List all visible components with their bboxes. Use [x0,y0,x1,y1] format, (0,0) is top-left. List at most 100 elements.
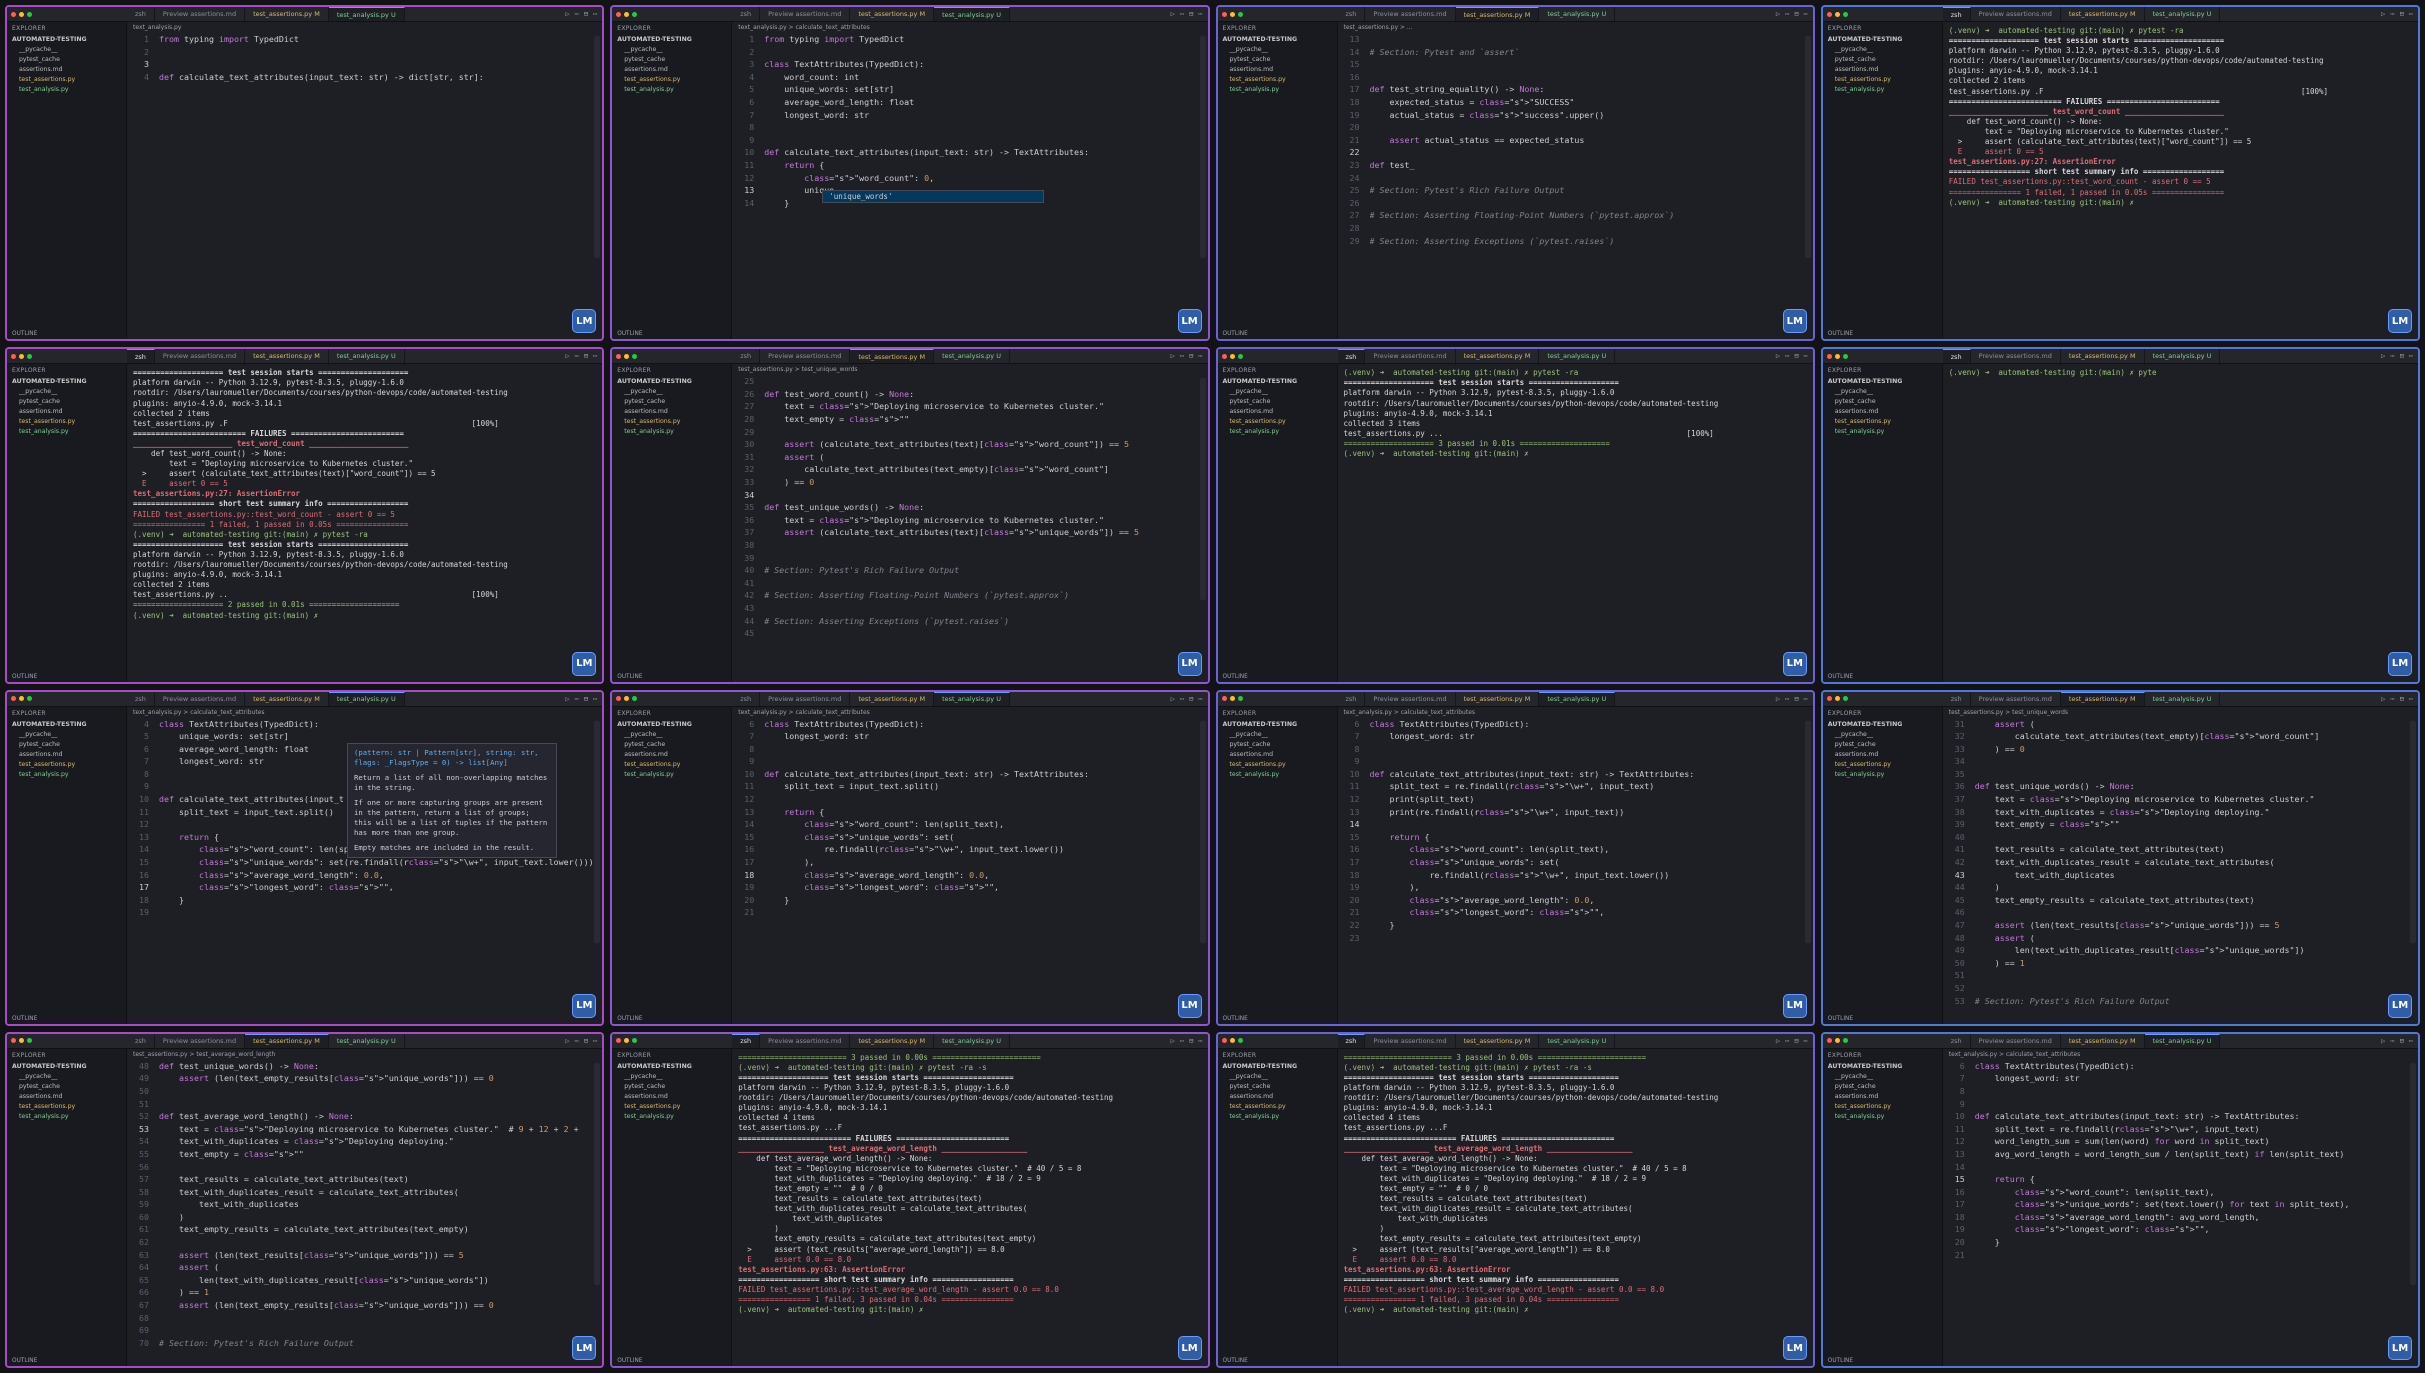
tab-analysis[interactable]: test_analysis.py U [2145,349,2221,364]
tab-terminal[interactable]: zsh [1943,1033,1971,1048]
outline-section[interactable]: OUTLINE [12,1016,37,1022]
code-editor[interactable]: text_analysis.py > calculate_text_attrib… [127,706,603,1024]
file-item[interactable]: __pycache__ [612,1072,731,1082]
file-item[interactable]: test_analysis.py [7,1112,126,1122]
tab-preview[interactable]: Preview assertions.md [760,1033,851,1048]
terminal-panel[interactable]: ======================== 3 passed in 0.0… [1337,1048,1813,1366]
file-item[interactable]: __pycache__ [7,45,126,55]
split-icon[interactable]: ⊟ [1794,352,1798,360]
zoom-dot[interactable] [1842,1038,1848,1044]
file-item[interactable]: test_assertions.py [1218,1102,1337,1112]
close-dot[interactable] [1221,11,1227,17]
tab-assertions[interactable]: test_assertions.py M [2061,7,2145,21]
zoom-dot[interactable] [27,353,32,359]
tab-analysis[interactable]: test_analysis.py U [2145,691,2221,706]
zoom-dot[interactable] [27,696,32,701]
tab-preview[interactable]: Preview assertions.md [760,349,851,364]
overflow-icon[interactable]: ⋯ [593,352,597,360]
overflow-icon[interactable]: ⋯ [2409,695,2413,703]
workspace-folder[interactable]: AUTOMATED-TESTING [7,720,126,730]
run-icon[interactable]: ▷ [565,695,569,703]
file-item[interactable]: assertions.md [1218,1092,1337,1102]
code-editor[interactable]: test_assertions.py > test_unique_words 25… [732,364,1208,682]
file-item[interactable]: test_analysis.py [1218,1112,1337,1122]
run-icon[interactable]: ▷ [2381,10,2385,18]
file-item[interactable]: pytest_cache [1218,397,1337,407]
file-item[interactable]: pytest_cache [7,397,126,407]
file-item[interactable]: pytest_cache [7,55,126,65]
file-item[interactable]: test_assertions.py [612,760,731,770]
zoom-dot[interactable] [1237,1038,1243,1044]
split-icon[interactable]: ⊟ [584,352,588,360]
file-item[interactable]: test_analysis.py [612,427,731,437]
more-icon[interactable]: ⋯ [1785,1037,1789,1045]
file-item[interactable]: __pycache__ [1823,730,1942,740]
close-dot[interactable] [11,11,16,17]
overflow-icon[interactable]: ⋯ [2409,352,2413,360]
outline-section[interactable]: OUTLINE [1828,1358,1853,1364]
zoom-dot[interactable] [1237,11,1243,17]
minimize-dot[interactable] [1834,353,1840,359]
close-dot[interactable] [1221,353,1227,359]
overflow-icon[interactable]: ⋯ [2409,1037,2413,1045]
tab-preview[interactable]: Preview assertions.md [760,691,851,706]
file-item[interactable]: assertions.md [1218,750,1337,760]
outline-section[interactable]: OUTLINE [617,1358,642,1364]
outline-section[interactable]: OUTLINE [12,1358,37,1364]
file-item[interactable]: test_analysis.py [7,770,126,780]
tab-preview[interactable]: Preview assertions.md [155,691,246,706]
outline-section[interactable]: OUTLINE [1828,674,1853,680]
tab-assertions[interactable]: test_assertions.py M [1455,7,1540,21]
file-item[interactable]: __pycache__ [612,45,731,55]
file-item[interactable]: pytest_cache [1823,1082,1942,1092]
more-icon[interactable]: ⋯ [2390,695,2394,703]
code-editor[interactable]: text_analysis.py > calculate_text_attrib… [732,706,1208,1024]
workspace-folder[interactable]: AUTOMATED-TESTING [612,1062,731,1072]
zoom-dot[interactable] [1842,11,1848,17]
close-dot[interactable] [1221,1038,1227,1044]
minimize-dot[interactable] [1834,696,1840,701]
minimize-dot[interactable] [624,696,630,701]
tab-analysis[interactable]: test_analysis.py U [1539,7,1616,21]
split-icon[interactable]: ⊟ [2400,695,2404,703]
more-icon[interactable]: ⋯ [1785,10,1789,18]
file-item[interactable]: test_analysis.py [612,770,731,780]
split-icon[interactable]: ⊟ [2400,1037,2404,1045]
file-item[interactable]: __pycache__ [1218,730,1337,740]
zoom-dot[interactable] [1842,353,1848,359]
file-item[interactable]: pytest_cache [1823,740,1942,750]
overflow-icon[interactable]: ⋯ [1198,695,1202,703]
run-icon[interactable]: ▷ [565,10,569,18]
tab-terminal[interactable]: zsh [732,691,761,706]
zoom-dot[interactable] [632,1038,638,1044]
file-item[interactable]: assertions.md [7,407,126,417]
file-item[interactable]: assertions.md [612,407,731,417]
split-icon[interactable]: ⊟ [1794,1037,1798,1045]
minimize-dot[interactable] [19,1038,24,1044]
more-icon[interactable]: ⋯ [575,352,579,360]
file-item[interactable]: test_assertions.py [7,1102,126,1112]
file-item[interactable]: pytest_cache [1823,397,1942,407]
outline-section[interactable]: OUTLINE [617,331,642,337]
more-icon[interactable]: ⋯ [1180,1037,1184,1045]
overflow-icon[interactable]: ⋯ [1804,695,1808,703]
terminal-panel[interactable]: (.venv) ➜ automated-testing git:(main) ✗… [1942,364,2418,682]
outline-section[interactable]: OUTLINE [1828,331,1853,337]
code-editor[interactable]: test_assertions.py > test_unique_words 31… [1942,706,2418,1024]
tab-preview[interactable]: Preview assertions.md [155,7,246,21]
workspace-folder[interactable]: AUTOMATED-TESTING [1823,35,1942,45]
zoom-dot[interactable] [27,1038,32,1044]
run-icon[interactable]: ▷ [2381,352,2385,360]
minimize-dot[interactable] [19,696,24,701]
split-icon[interactable]: ⊟ [1189,1037,1193,1045]
tab-analysis[interactable]: test_analysis.py U [329,1033,405,1048]
file-item[interactable]: pytest_cache [7,1082,126,1092]
file-item[interactable]: test_assertions.py [612,1102,731,1112]
file-item[interactable]: pytest_cache [1218,1082,1337,1092]
minimize-dot[interactable] [19,353,24,359]
run-icon[interactable]: ▷ [1171,1037,1175,1045]
file-item[interactable]: assertions.md [7,1092,126,1102]
zoom-dot[interactable] [1842,696,1848,701]
run-icon[interactable]: ▷ [1171,695,1175,703]
minimize-dot[interactable] [1229,696,1235,701]
